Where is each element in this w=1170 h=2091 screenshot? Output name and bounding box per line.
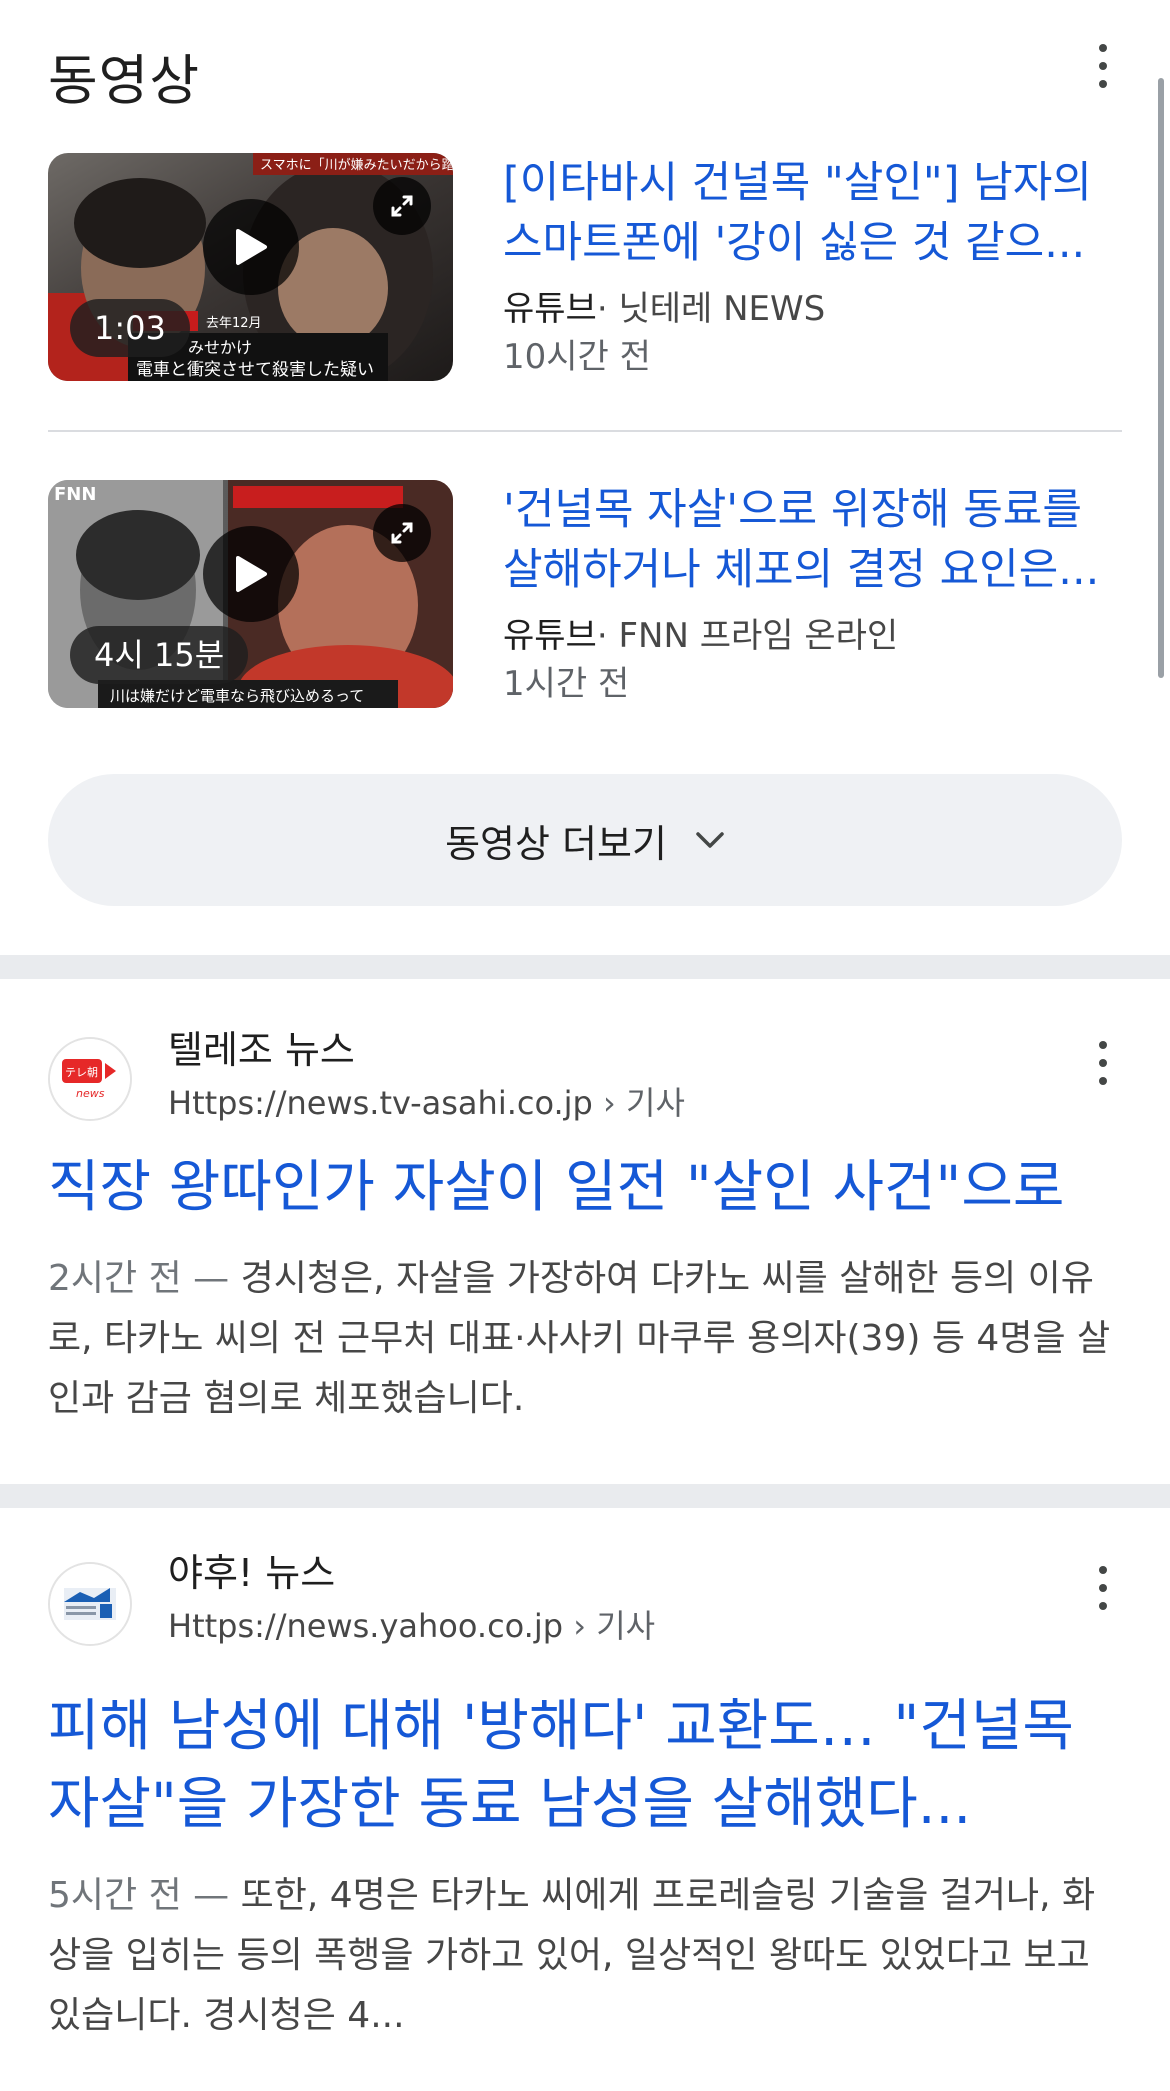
result-header[interactable]: テレ朝 news 텔레조 뉴스 Https://news.tv-asahi.co… bbox=[48, 979, 1122, 1149]
favicon-text: テレ朝 bbox=[65, 1066, 98, 1079]
video-timestamp: 1시간 전 bbox=[503, 664, 630, 704]
thumbnail-caption-mid: みせかけ bbox=[188, 338, 252, 357]
result-snippet: 2시간 전 — 경시청은, 자살을 가장하여 다카노 씨를 살해한 등의 이유로… bbox=[48, 1249, 1122, 1429]
video-info[interactable]: '건널목 자살'으로 위장해 동료를 살해하거나 체포의 결정 요인은... 유… bbox=[503, 480, 1122, 708]
video-source: 유튜브· 닛테레 NEWS bbox=[503, 285, 1122, 333]
more-options-icon[interactable] bbox=[1091, 1041, 1115, 1085]
video-channel: · 닛테레 NEWS bbox=[596, 289, 826, 329]
section-divider bbox=[0, 955, 1170, 979]
video-title-line: 살해하거나 체포의 결정 요인은... bbox=[503, 545, 1100, 595]
site-name: 텔레조 뉴스 bbox=[168, 1028, 355, 1072]
site-url-text: Https://news.tv-asahi.co.jp bbox=[168, 1084, 593, 1122]
site-name: 야후! 뉴스 bbox=[168, 1551, 336, 1595]
section-divider bbox=[0, 1484, 1170, 1508]
video-duration: 4시 15분 bbox=[70, 626, 249, 684]
video-title[interactable]: [이타바시 건널목 "살인"] 남자의 스마트폰에 '강이 싫은 것 같으... bbox=[503, 153, 1122, 273]
play-icon bbox=[236, 229, 267, 265]
result-date: 5시간 전 — bbox=[48, 1875, 241, 1916]
video-title-line: '건널목 자살'으로 위장해 동료를 bbox=[503, 485, 1082, 535]
search-result[interactable]: テレ朝 news 텔레조 뉴스 Https://news.tv-asahi.co… bbox=[0, 979, 1170, 1484]
expand-icon bbox=[391, 522, 413, 544]
chevron-down-icon bbox=[696, 832, 724, 848]
video-platform: 유튜브 bbox=[503, 289, 597, 329]
fullscreen-button[interactable] bbox=[373, 177, 431, 235]
more-videos-button[interactable]: 동영상 더보기 bbox=[48, 774, 1122, 906]
thumbnail-caption-date: 去年12月 bbox=[206, 316, 262, 331]
thumbnail-caption-top: スマホに「川が嫌みたいだから踏切に」 bbox=[260, 158, 453, 173]
result-date: 2시간 전 — bbox=[48, 1258, 241, 1299]
yahoo-news-logo-icon bbox=[50, 1564, 130, 1644]
site-favicon: テレ朝 news bbox=[48, 1037, 132, 1121]
video-platform: 유튜브 bbox=[503, 616, 597, 656]
video-result[interactable]: FNN 川は嫌だけど電車なら飛び込めるって 4시 15분 '건널목 자살'으로 … bbox=[48, 480, 1122, 708]
favicon-subtext: news bbox=[76, 1087, 105, 1100]
video-info[interactable]: [이타바시 건널목 "살인"] 남자의 스마트폰에 '강이 싫은 것 같으...… bbox=[503, 153, 1122, 381]
thumbnail-caption-bottom: 電車と衝突させて殺害した疑い bbox=[136, 360, 374, 380]
thumbnail-caption-bottom: 川は嫌だけど電車なら飛び込めるって bbox=[110, 687, 364, 705]
video-duration: 1:03 bbox=[70, 299, 190, 357]
result-title-link[interactable]: 피해 남성에 대해 '방해다' 교환도… "건널목 자살"을 가장한 동료 남성… bbox=[48, 1688, 1122, 1844]
scrollbar-thumb[interactable] bbox=[1158, 78, 1164, 678]
more-options-icon[interactable] bbox=[1091, 1566, 1115, 1610]
result-header[interactable]: 야후! 뉴스 Https://news.yahoo.co.jp › 기사 bbox=[48, 1508, 1122, 1688]
more-videos-label: 동영상 더보기 bbox=[445, 821, 667, 866]
video-result[interactable]: スマホに「川が嫌みたいだから踏切に」 去年12月 みせかけ 電車と衝突させて殺害… bbox=[48, 153, 1122, 381]
video-channel: · FNN 프라임 온라인 bbox=[596, 616, 899, 656]
url-breadcrumb: › 기사 bbox=[563, 1607, 656, 1645]
tv-asahi-logo-icon: テレ朝 news bbox=[50, 1039, 130, 1119]
result-snippet: 5시간 전 — 또한, 4명은 타카노 씨에게 프로레슬링 기술을 걸거나, 화… bbox=[48, 1866, 1122, 2046]
video-timestamp: 10시간 전 bbox=[503, 337, 651, 377]
video-title[interactable]: '건널목 자살'으로 위장해 동료를 살해하거나 체포의 결정 요인은... bbox=[503, 480, 1122, 600]
video-title-line: 스마트폰에 '강이 싫은 것 같으... bbox=[503, 218, 1086, 268]
site-url-text: Https://news.yahoo.co.jp bbox=[168, 1607, 564, 1645]
video-thumbnail[interactable]: FNN 川は嫌だけど電車なら飛び込めるって 4시 15분 bbox=[48, 480, 453, 708]
play-button[interactable] bbox=[203, 199, 299, 295]
fullscreen-button[interactable] bbox=[373, 504, 431, 562]
videos-section: 동영상 スマホに「川が嫌みたいだから踏切に」 bbox=[0, 0, 1170, 955]
video-source: 유튜브· FNN 프라임 온라인 bbox=[503, 612, 1122, 660]
video-title-line: [이타바시 건널목 "살인"] 남자의 bbox=[503, 158, 1092, 208]
result-title-link[interactable]: 직장 왕따인가 자살이 일전 "살인 사건"으로 bbox=[48, 1149, 1122, 1227]
divider bbox=[48, 430, 1122, 432]
play-button[interactable] bbox=[203, 526, 299, 622]
play-icon bbox=[236, 556, 267, 592]
thumbnail-logo: FNN bbox=[54, 484, 96, 505]
videos-heading: 동영상 bbox=[48, 49, 201, 112]
search-result[interactable]: 야후! 뉴스 Https://news.yahoo.co.jp › 기사 피해 … bbox=[0, 1508, 1170, 2091]
video-thumbnail[interactable]: スマホに「川が嫌みたいだから踏切に」 去年12月 みせかけ 電車と衝突させて殺害… bbox=[48, 153, 453, 381]
more-options-icon[interactable] bbox=[1091, 44, 1115, 88]
expand-icon bbox=[391, 195, 413, 217]
site-url: Https://news.yahoo.co.jp › 기사 bbox=[168, 1604, 655, 1648]
site-favicon bbox=[48, 1562, 132, 1646]
url-breadcrumb: › 기사 bbox=[592, 1084, 685, 1122]
site-url: Https://news.tv-asahi.co.jp › 기사 bbox=[168, 1081, 685, 1125]
